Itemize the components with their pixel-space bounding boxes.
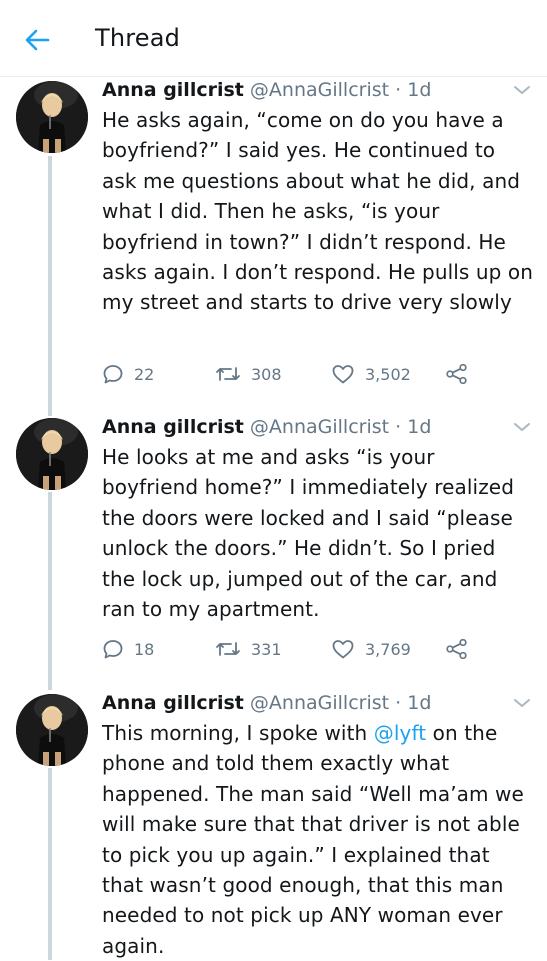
like-count: 3,502	[365, 364, 411, 384]
timestamp[interactable]: 1d	[407, 416, 431, 438]
tweet[interactable]: Anna gillcrist @AnnaGillcrist · 1d He as…	[0, 75, 547, 405]
separator-dot: ·	[395, 416, 402, 438]
retweet-button[interactable]: 308	[215, 359, 282, 389]
tweet-text-part: on the phone and told them exactly what …	[102, 721, 524, 958]
like-button[interactable]: 3,769	[331, 634, 411, 664]
timestamp[interactable]: 1d	[407, 692, 431, 714]
tweet-text: He asks again, “come on do you have a bo…	[102, 108, 534, 315]
tweet-header: Anna gillcrist @AnnaGillcrist · 1d	[102, 75, 431, 105]
top-bar: Thread	[0, 0, 547, 77]
tweet-actions: 22 308 3,502	[102, 359, 502, 389]
reply-icon	[103, 365, 123, 384]
share-icon	[446, 638, 467, 660]
share-button[interactable]	[445, 359, 469, 389]
like-count: 3,769	[365, 639, 411, 659]
author-name[interactable]: Anna gillcrist	[102, 416, 244, 438]
page-title: Thread	[95, 24, 181, 52]
heart-icon	[332, 365, 354, 384]
author-handle[interactable]: @AnnaGillcrist	[250, 416, 389, 438]
reply-button[interactable]: 18	[102, 634, 154, 664]
retweet-button[interactable]: 331	[215, 634, 282, 664]
separator-dot: ·	[395, 79, 402, 101]
reply-count: 18	[134, 639, 155, 659]
tweet-header: Anna gillcrist @AnnaGillcrist · 1d	[102, 688, 431, 718]
tweet[interactable]: Anna gillcrist @AnnaGillcrist · 1d He lo…	[0, 412, 547, 672]
avatar[interactable]	[16, 418, 88, 490]
arrow-left-icon[interactable]	[22, 25, 52, 55]
retweet-icon	[216, 642, 240, 656]
tweet-header: Anna gillcrist @AnnaGillcrist · 1d	[102, 412, 431, 442]
like-button[interactable]: 3,502	[331, 359, 411, 389]
author-name[interactable]: Anna gillcrist	[102, 79, 244, 101]
avatar[interactable]	[16, 81, 88, 153]
avatar-image	[16, 694, 88, 766]
author-name[interactable]: Anna gillcrist	[102, 692, 244, 714]
retweet-icon	[216, 367, 240, 381]
chevron-down-icon[interactable]	[512, 420, 532, 434]
tweet-text-part: This morning, I spoke with	[102, 721, 374, 745]
retweet-count: 308	[251, 364, 282, 384]
mention-link[interactable]: @lyft	[374, 721, 426, 745]
heart-icon	[332, 640, 354, 659]
avatar[interactable]	[16, 694, 88, 766]
chevron-down-icon[interactable]	[512, 83, 532, 97]
reply-count: 22	[134, 364, 155, 384]
share-icon	[446, 363, 467, 385]
tweet-actions: 18 331 3,769	[102, 634, 502, 664]
tweet-text: This morning, I spoke with @lyft on the …	[102, 718, 534, 961]
avatar-image	[16, 81, 88, 153]
reply-icon	[103, 640, 123, 659]
retweet-count: 331	[251, 639, 282, 659]
share-button[interactable]	[445, 634, 469, 664]
avatar-image	[16, 418, 88, 490]
timestamp[interactable]: 1d	[407, 79, 431, 101]
separator-dot: ·	[395, 692, 402, 714]
tweet-text: He looks at me and asks “is your boyfrie…	[102, 445, 514, 622]
author-handle[interactable]: @AnnaGillcrist	[250, 79, 389, 101]
reply-button[interactable]: 22	[102, 359, 154, 389]
chevron-down-icon[interactable]	[512, 696, 532, 710]
tweet[interactable]: Anna gillcrist @AnnaGillcrist · 1d This …	[0, 688, 547, 960]
author-handle[interactable]: @AnnaGillcrist	[250, 692, 389, 714]
